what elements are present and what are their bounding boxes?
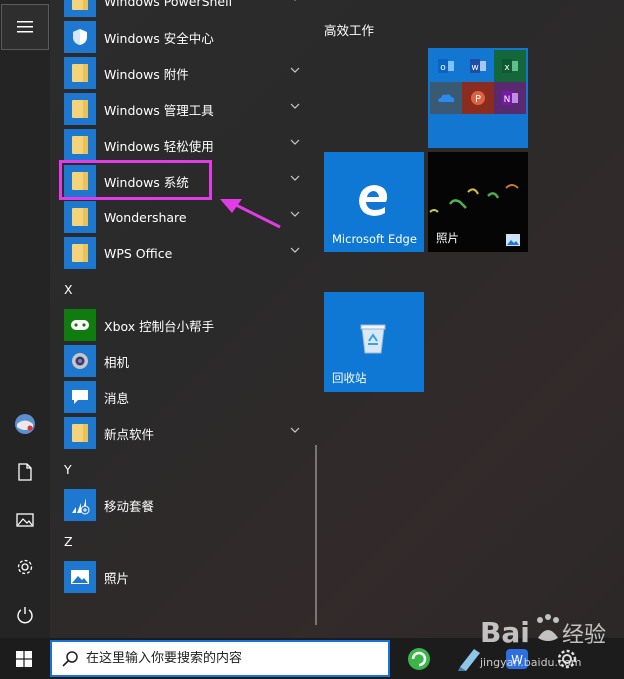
app-item-camera[interactable]: 相机 [64,344,314,378]
chevron-down-icon [290,103,300,109]
app-item-windows-admin-tools[interactable]: Windows 管理工具 [64,92,314,126]
chevron-down-icon [290,67,300,73]
xbox-icon [64,309,96,341]
microsoft-edge-tile[interactable]: Microsoft Edge [324,152,424,252]
hamburger-icon [17,21,33,33]
app-item-windows-powershell[interactable]: Windows PowerShell [64,0,314,18]
mobile-plans-icon [64,489,96,521]
svg-text:P: P [475,94,481,105]
search-icon [62,650,78,667]
power-button[interactable] [0,591,50,639]
photos-small-icon [506,234,520,246]
outlook-icon: o [430,50,462,82]
user-account-button[interactable] [0,400,50,448]
pictures-button[interactable] [0,496,50,544]
photos-icon [64,561,96,593]
camera-icon [64,345,96,377]
app-item-windows-ease-of-access[interactable]: Windows 轻松使用 [64,128,314,162]
shield-icon [64,21,96,53]
taskbar-app-pen[interactable] [452,642,486,676]
app-item-xbox[interactable]: Xbox 控制台小帮手 [64,308,314,342]
onenote-icon: N [494,82,526,114]
browser-360-icon [408,648,430,670]
start-rail [0,0,50,638]
chevron-down-icon [290,211,300,217]
folder-icon [64,0,96,17]
taskbar-settings[interactable] [550,642,584,676]
section-letter-x[interactable]: X [64,282,73,297]
pen-app-icon [458,649,480,671]
gear-icon [557,649,577,669]
section-letter-z[interactable]: Z [64,534,73,549]
folder-icon [64,57,96,89]
powerpoint-icon: P [462,82,494,114]
svg-text:W: W [511,653,523,667]
app-item-mobile-plans[interactable]: 移动套餐 [64,488,314,522]
svg-text:w: w [471,63,478,73]
taskbar-search-box[interactable] [50,640,390,677]
start-button[interactable] [0,638,48,679]
app-list-scrollbar[interactable] [315,445,317,625]
recycle-bin-icon [360,324,386,354]
chevron-down-icon [290,247,300,253]
app-item-windows-accessories[interactable]: Windows 附件 [64,56,314,90]
power-icon [17,607,33,624]
documents-button[interactable] [0,448,50,496]
office-apps-tile[interactable]: o w x P N [428,48,528,148]
taskbar-app-wps[interactable]: W [500,642,534,676]
start-menu: Windows PowerShell Windows 安全中心 Windows … [0,0,624,638]
photos-tile[interactable]: 照片 [428,152,528,252]
wps-icon: W [506,649,528,669]
annotation-arrow-icon [220,199,281,229]
recycle-bin-tile[interactable]: 回收站 [324,292,424,392]
chevron-down-icon [290,139,300,145]
svg-text:o: o [440,63,446,73]
taskbar: W [0,638,624,679]
folder-icon [64,201,96,233]
windows-logo-icon [16,650,32,667]
gear-icon [17,559,33,575]
svg-text:N: N [504,95,511,105]
folder-icon [64,417,96,449]
taskbar-app-360-browser[interactable] [402,642,436,676]
edge-icon [359,185,388,216]
app-item-xindian[interactable]: 新点软件 [64,416,314,450]
search-input[interactable] [86,651,366,666]
highlight-box [59,160,212,200]
word-icon: w [462,50,494,82]
settings-button[interactable] [0,543,50,591]
expand-menu-button[interactable] [1,4,49,50]
onedrive-icon [430,82,462,114]
folder-icon [64,129,96,161]
app-item-windows-security[interactable]: Windows 安全中心 [64,20,314,54]
app-item-messaging[interactable]: 消息 [64,380,314,414]
section-letter-y[interactable]: Y [64,462,72,477]
chevron-down-icon [294,0,296,1]
svg-text:x: x [504,63,510,73]
chevron-down-icon [290,427,300,433]
document-icon [18,463,32,481]
folder-icon [64,237,96,269]
app-list: Windows PowerShell Windows 安全中心 Windows … [50,0,318,638]
picture-icon [16,513,34,527]
avatar-icon [15,414,35,434]
app-item-wps-office[interactable]: WPS Office [64,236,314,270]
birds-image-icon [429,184,519,213]
folder-icon [64,93,96,125]
tile-group-title[interactable]: 高效工作 [324,20,374,39]
message-icon [64,381,96,413]
app-item-photos[interactable]: 照片 [64,560,314,594]
chevron-down-icon [290,175,300,181]
excel-icon: x [494,50,526,82]
